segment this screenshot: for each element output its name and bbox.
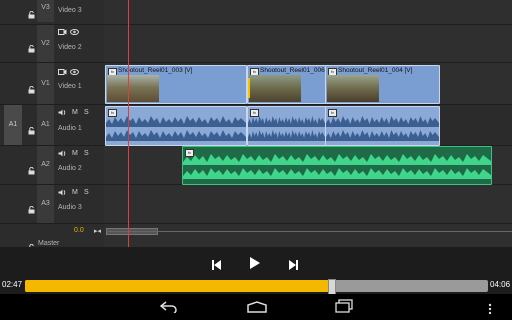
mute-button[interactable]: M [72,150,78,157]
scrub-handle[interactable] [328,279,336,295]
audio-waveform [183,153,491,183]
total-time: 04:06 [490,280,511,289]
lock-icon[interactable] [28,122,35,135]
speaker-icon[interactable] [58,109,67,118]
track-target-a2[interactable]: A2 [37,146,54,184]
solo-button[interactable]: S [84,109,89,116]
lock-icon[interactable] [28,201,35,214]
scrub-progress-fill [25,280,331,292]
lock-icon[interactable] [28,40,35,53]
track-source-a1[interactable]: A1 [4,105,22,145]
lock-icon[interactable] [28,162,35,175]
timeline-panel: V3 Video 3 V2 Video 2 V1 Video 1 fx Shoo… [0,0,512,247]
track-target-v2[interactable]: V2 [37,25,54,62]
audio-waveform [106,115,246,145]
audio-clip[interactable]: fx [182,146,492,185]
track-row-v2: V2 Video 2 [0,25,512,63]
eye-icon[interactable] [70,29,79,37]
clip-label: Shootout_Reel01_003 [V] [118,67,193,74]
solo-button[interactable]: S [84,189,89,196]
lock-icon[interactable] [28,6,35,19]
track-name-v3: Video 3 [58,7,82,14]
trim-handle[interactable] [248,78,256,98]
speaker-icon[interactable] [58,189,67,198]
track-target-v1[interactable]: V1 [37,63,54,104]
clip-label: Shootout_Reel01_006 [260,67,325,74]
master-volume[interactable]: 0.0 [74,227,84,234]
track-name-a3: Audio 3 [58,204,82,211]
track-name-master: Master [38,240,60,247]
clip-label: Shootout_Reel01_004 [V] [338,67,413,74]
clip-thumbnail [107,75,159,102]
track-row-master: 0.0 ▸◂ Master [0,224,512,247]
play-icon[interactable] [250,256,260,274]
skip-back-icon[interactable] [212,257,221,275]
scrub-bar-row: 02:47 04:06 [0,277,512,295]
camera-icon[interactable] [58,69,67,77]
audio-waveform [248,115,325,145]
overflow-menu-icon[interactable] [488,302,492,320]
track-row-v3: V3 Video 3 [0,0,512,25]
clip-thumbnail [249,75,301,102]
track-target-a1[interactable]: A1 [37,105,54,145]
solo-button[interactable]: S [84,150,89,157]
video-clip[interactable]: fx Shootout_Reel01_004 [V] [325,65,440,104]
track-target-v3[interactable]: V3 [37,0,54,22]
video-clip[interactable]: fx Shootout_Reel01_003 [V] [105,65,247,104]
scrub-track[interactable] [25,279,488,295]
master-expand-icon[interactable]: ▸◂ [94,227,101,235]
camera-icon[interactable] [58,29,67,37]
master-divider [106,231,512,232]
track-row-a3: A3 M S Audio 3 [0,185,512,224]
audio-clip[interactable]: fx [325,106,440,146]
playhead[interactable] [128,0,129,247]
lock-icon[interactable] [28,239,35,247]
audio-clip[interactable]: fx [105,106,247,146]
current-time: 02:47 [2,280,23,289]
nav-recents-icon[interactable] [335,299,353,318]
track-row-a1: A1 A1 M S Audio 1 fx fx fx [0,105,512,146]
audio-waveform [326,115,439,145]
audio-clip[interactable]: fx [247,106,326,146]
track-target-a3[interactable]: A3 [37,185,54,223]
lock-icon[interactable] [28,81,35,94]
nav-back-icon[interactable] [159,300,178,318]
transport-controls [0,247,512,277]
nav-home-icon[interactable] [247,300,267,318]
track-row-v1: V1 Video 1 fx Shootout_Reel01_003 [V] fx… [0,63,512,105]
eye-icon[interactable] [70,69,79,77]
video-clip[interactable]: fx Shootout_Reel01_006 [247,65,326,104]
track-name-v1: Video 1 [58,83,82,90]
track-name-a2: Audio 2 [58,165,82,172]
system-nav-bar [0,294,512,320]
skip-forward-icon[interactable] [289,257,298,275]
track-row-a2: A2 M S Audio 2 fx [0,146,512,185]
mute-button[interactable]: M [72,189,78,196]
track-name-v2: Video 2 [58,44,82,51]
speaker-icon[interactable] [58,150,67,159]
clip-thumbnail [327,75,379,102]
track-name-a1: Audio 1 [58,125,82,132]
mute-button[interactable]: M [72,109,78,116]
